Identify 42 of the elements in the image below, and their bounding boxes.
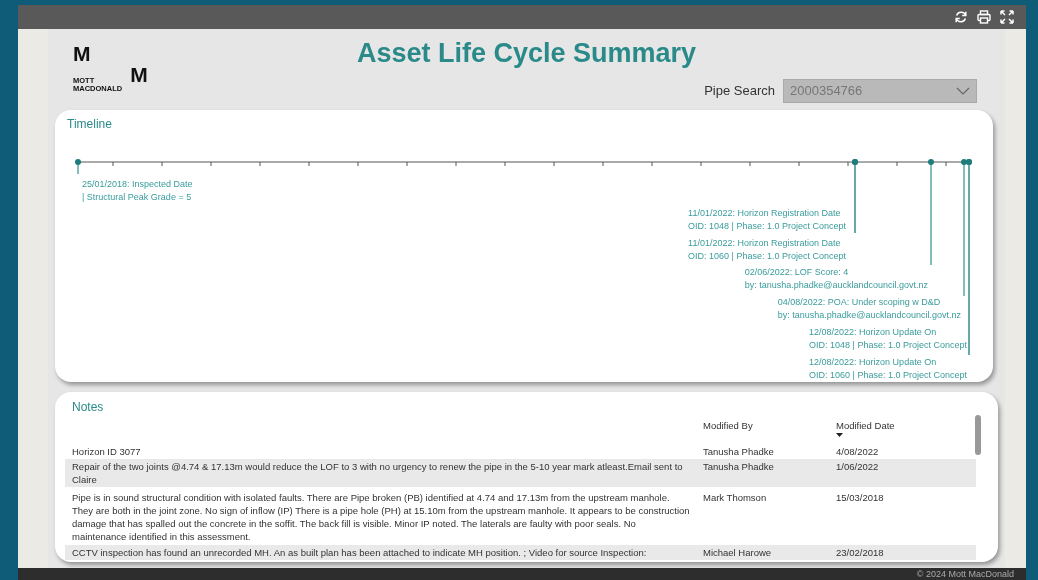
event-label: 25/01/2018: Inspected Date — [82, 178, 193, 191]
modified-date-cell: 23/02/2018 — [836, 547, 884, 558]
event-label: 04/08/2022: POA: Under scoping w D&D — [777, 296, 942, 309]
logo-letter: M — [73, 43, 92, 64]
panel-title: Timeline — [67, 116, 112, 133]
event-label: 11/01/2022: Horizon Registration Date — [688, 207, 842, 220]
modified-by-cell: Mark Thomson — [703, 492, 767, 503]
modified-date-cell: 1/06/2022 — [836, 461, 879, 472]
column-header[interactable]: Modified Date — [836, 420, 895, 431]
event-label: by: tanusha.phadke@aucklandcouncil.govt.nz — [744, 279, 928, 292]
print-icon[interactable] — [977, 10, 991, 24]
event-label: OID: 1060 | Phase: 1.0 Project Concept — [809, 369, 967, 382]
event-label: 02/06/2022: LOF Score: 4 — [744, 266, 850, 279]
column-header[interactable]: Modified By — [703, 420, 753, 431]
note-text: CCTV inspection has found an unrecorded MH. An as built plan has been attached to indicate MH position. ; Video for source Inspection: — [72, 547, 647, 558]
copyright-text: © 2024 Mott MacDonald — [916, 569, 1014, 579]
logo-letter: M — [130, 64, 148, 85]
event-label: OID: 1060 | Phase: 1.0 Project Concept — [688, 250, 846, 263]
event-label: 12/08/2022: Horizon Update On — [809, 356, 938, 369]
modified-date-cell: 4/08/2022 — [836, 446, 879, 457]
page-title: Asset Life Cycle Summary — [356, 37, 697, 70]
refresh-icon[interactable] — [954, 10, 968, 24]
event-label: | Structural Peak Grade = 5 — [82, 191, 193, 204]
modified-date-cell: 15/03/2018 — [836, 492, 884, 503]
modified-by-cell: Tanusha Phadke — [703, 446, 774, 457]
timeline-marker — [75, 159, 81, 175]
event-label: OID: 1048 | Phase: 1.0 Project Concept — [688, 220, 846, 233]
note-text: Pipe is in sound structural condition with isolated faults. There are Pipe broken (PB) identified at 4.74 and 17.13m from the upstream manhole. They are both in the joint zone. No sign of inflow (IP) There is a pipe hole (PH) at 15.10m from the upstream manhole. It appears to be construction damage that has spalled out the concrete in the soffit. The back fill is visible. Minor IP noted. The laterals are faulty with poor seals. No maintenance identified in this assessment. — [72, 492, 690, 542]
note-text: Repair of the two joints @4.74 & 17.13m would reduce the LOF to 3 with no urgency to renew the pipe in the 5-10 year mark atleast.Email sent to Claire — [72, 461, 683, 485]
chevron-down-icon — [956, 87, 970, 95]
scrollbar[interactable] — [975, 415, 981, 455]
event-label: 11/01/2022: Horizon Registration Date — [688, 237, 842, 250]
modified-by-cell: Tanusha Phadke — [703, 461, 774, 472]
note-text: Horizon ID 3077 — [72, 446, 141, 457]
event-label: by: tanusha.phadke@aucklandcouncil.govt.nz — [777, 309, 961, 322]
modified-by-cell: Michael Harowe — [703, 547, 772, 558]
event-label: 12/08/2022: Horizon Update On — [809, 326, 938, 339]
expand-icon[interactable] — [1000, 10, 1014, 24]
event-label: OID: 1048 | Phase: 1.0 Project Concept — [809, 339, 967, 352]
panel-title: Notes — [72, 399, 104, 416]
pipe-search-label: Pipe Search — [704, 82, 775, 101]
sort-descending-icon[interactable] — [836, 433, 843, 438]
